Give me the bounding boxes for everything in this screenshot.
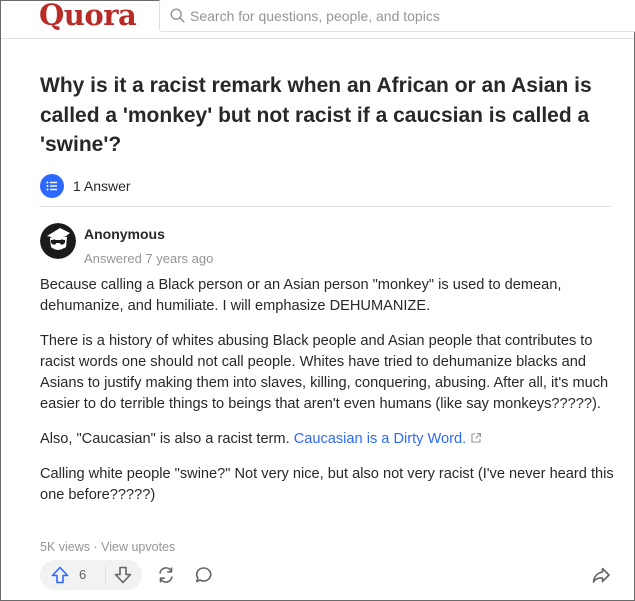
action-bar: 6 xyxy=(40,560,615,590)
answer-paragraph: Because calling a Black person or an Asi… xyxy=(40,277,562,314)
answer-paragraph: Also, "Caucasian" is also a racist term.… xyxy=(40,429,620,450)
upvote-icon[interactable] xyxy=(50,565,70,585)
vote-separator xyxy=(105,566,106,584)
answer-paragraph: There is a history of whites abusing Bla… xyxy=(40,333,609,412)
divider xyxy=(40,206,611,207)
upvote-count: 6 xyxy=(79,567,87,582)
view-stats[interactable]: 5K views · View upvotes xyxy=(40,540,175,554)
answer-paragraph: Calling white people "swine?" Not very n… xyxy=(40,466,614,503)
downvote-icon[interactable] xyxy=(113,565,133,585)
forward-icon[interactable] xyxy=(591,565,611,585)
answered-timestamp[interactable]: Answered 7 years ago xyxy=(84,251,213,266)
answers-list-icon xyxy=(40,174,64,198)
answer-count-row[interactable]: 1 Answer xyxy=(40,173,131,199)
avatar[interactable] xyxy=(40,223,76,259)
answer-body: Because calling a Black person or an Asi… xyxy=(40,275,620,520)
caucasian-link[interactable]: Caucasian is a Dirty Word. xyxy=(294,431,466,447)
author-name[interactable]: Anonymous xyxy=(84,226,165,242)
search-icon xyxy=(170,8,185,23)
also-text: Also, "Caucasian" is also a racist term. xyxy=(40,431,294,447)
search-input[interactable] xyxy=(190,4,590,28)
search-box[interactable] xyxy=(159,0,635,32)
answer-count-label: 1 Answer xyxy=(73,178,131,194)
question-title[interactable]: Why is it a racist remark when an Africa… xyxy=(40,71,605,160)
external-link-icon xyxy=(471,432,482,443)
vote-pill: 6 xyxy=(40,560,142,590)
reshare-icon[interactable] xyxy=(156,565,176,585)
quora-logo[interactable]: Quora xyxy=(39,0,137,32)
top-header: Quora xyxy=(1,0,635,39)
comment-icon[interactable] xyxy=(194,565,214,585)
